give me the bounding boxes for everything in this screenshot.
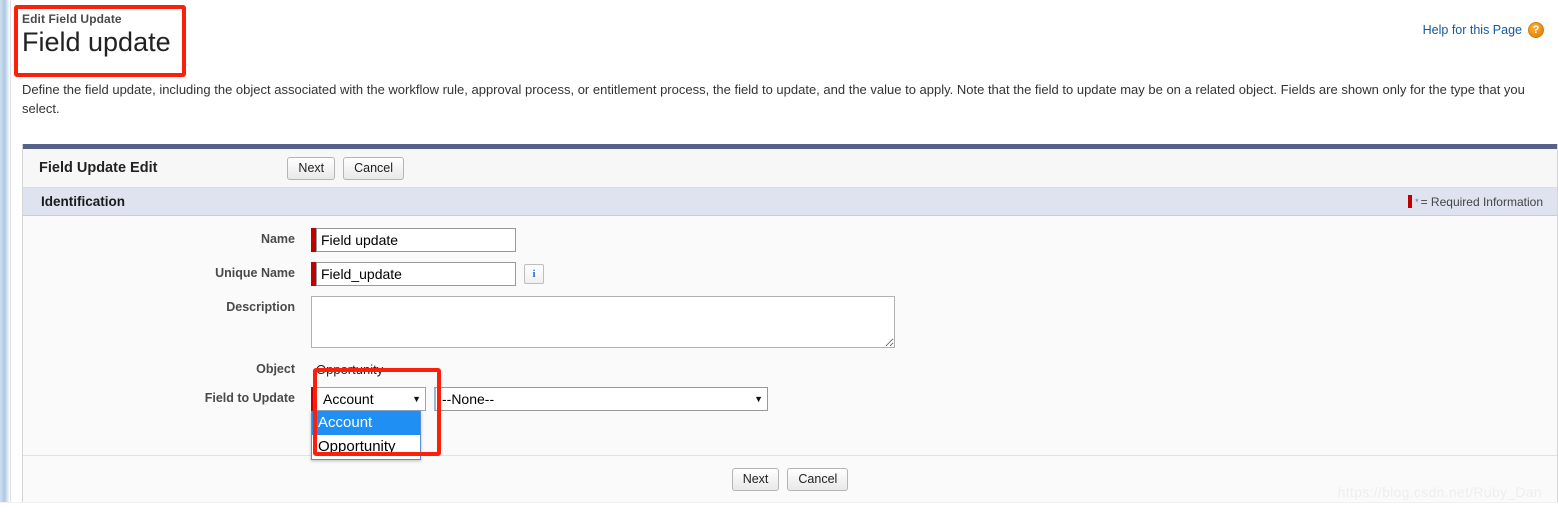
panel-header: Field Update Edit Next Cancel <box>23 149 1557 188</box>
description-textarea[interactable] <box>311 296 895 348</box>
page-title: Field update <box>22 27 171 57</box>
control-field-to-update: Account ▼ Account Opportunity --None-- ▼ <box>311 387 768 460</box>
panel-title: Field Update Edit <box>39 160 158 176</box>
page-eyebrow: Edit Field Update <box>22 12 122 26</box>
label-description: Description <box>226 300 295 314</box>
label-field-to-update: Field to Update <box>204 391 295 405</box>
info-icon[interactable]: i <box>524 264 544 284</box>
help-for-this-page[interactable]: Help for this Page ? <box>1423 22 1544 38</box>
dropdown-option-opportunity[interactable]: Opportunity <box>312 435 420 459</box>
label-name: Name <box>260 232 295 246</box>
object-select[interactable]: Account ▼ <box>316 387 426 411</box>
section-title: Identification <box>41 194 125 209</box>
required-asterisk: * <box>1415 196 1419 207</box>
help-link[interactable]: Help for this Page <box>1423 23 1522 37</box>
required-information-legend: * = Required Information <box>1408 195 1543 209</box>
identification-section-bar: Identification * = Required Information <box>23 188 1557 216</box>
object-select-value: Account <box>323 391 374 407</box>
label-unique-name: Unique Name <box>215 266 295 280</box>
field-row-description: Description <box>23 296 1557 348</box>
object-value: Opportunity <box>316 362 384 377</box>
unique-name-input-wrap <box>311 262 516 286</box>
control-name <box>311 228 516 252</box>
field-select-value: --None-- <box>442 391 495 407</box>
top-button-row: Next Cancel <box>287 156 405 180</box>
browser-left-chrome-edge <box>10 0 14 512</box>
field-select[interactable]: --None-- ▼ <box>434 387 768 411</box>
object-select-wrap: Account ▼ Account Opportunity <box>311 387 426 460</box>
panel-footer: Next Cancel <box>23 455 1557 503</box>
page-root: Edit Field Update Field update Help for … <box>0 0 1558 512</box>
control-unique-name: i <box>311 262 544 286</box>
question-mark-icon[interactable]: ? <box>1528 22 1544 38</box>
control-description <box>311 296 895 348</box>
form-body: Name Unique Name i <box>23 216 1557 460</box>
required-legend-text: = Required Information <box>1420 194 1543 209</box>
name-input-wrap <box>311 228 516 252</box>
next-button-top[interactable]: Next <box>287 156 336 180</box>
next-button-bottom[interactable]: Next <box>731 468 780 491</box>
field-row-object: Object Opportunity <box>23 358 1557 377</box>
chevron-down-icon: ▼ <box>412 394 421 404</box>
browser-left-chrome <box>0 0 10 512</box>
page-header: Edit Field Update Field update <box>22 12 542 58</box>
field-row-name: Name <box>23 228 1557 252</box>
chevron-down-icon-field: ▼ <box>754 394 763 404</box>
bottom-button-row: Next Cancel <box>731 468 849 491</box>
unique-name-input[interactable] <box>316 262 516 286</box>
watermark: https://blog.csdn.net/Ruby_Dan <box>1337 484 1542 500</box>
page-description: Define the field update, including the o… <box>22 82 1525 116</box>
field-row-unique-name: Unique Name i <box>23 262 1557 286</box>
name-input[interactable] <box>316 228 516 252</box>
field-update-edit-panel: Field Update Edit Next Cancel Identifica… <box>22 144 1558 504</box>
label-object: Object <box>256 362 295 376</box>
cancel-button-top[interactable]: Cancel <box>343 156 405 180</box>
dropdown-option-account[interactable]: Account <box>312 411 420 435</box>
field-row-field-to-update: Field to Update Account ▼ Account Opport… <box>23 387 1557 460</box>
control-object: Opportunity <box>311 358 383 377</box>
cancel-button-bottom[interactable]: Cancel <box>787 468 849 491</box>
page-bottom-edge <box>0 502 1558 512</box>
required-marker-icon <box>1408 195 1413 208</box>
object-select-dropdown[interactable]: Account Opportunity <box>311 411 421 460</box>
